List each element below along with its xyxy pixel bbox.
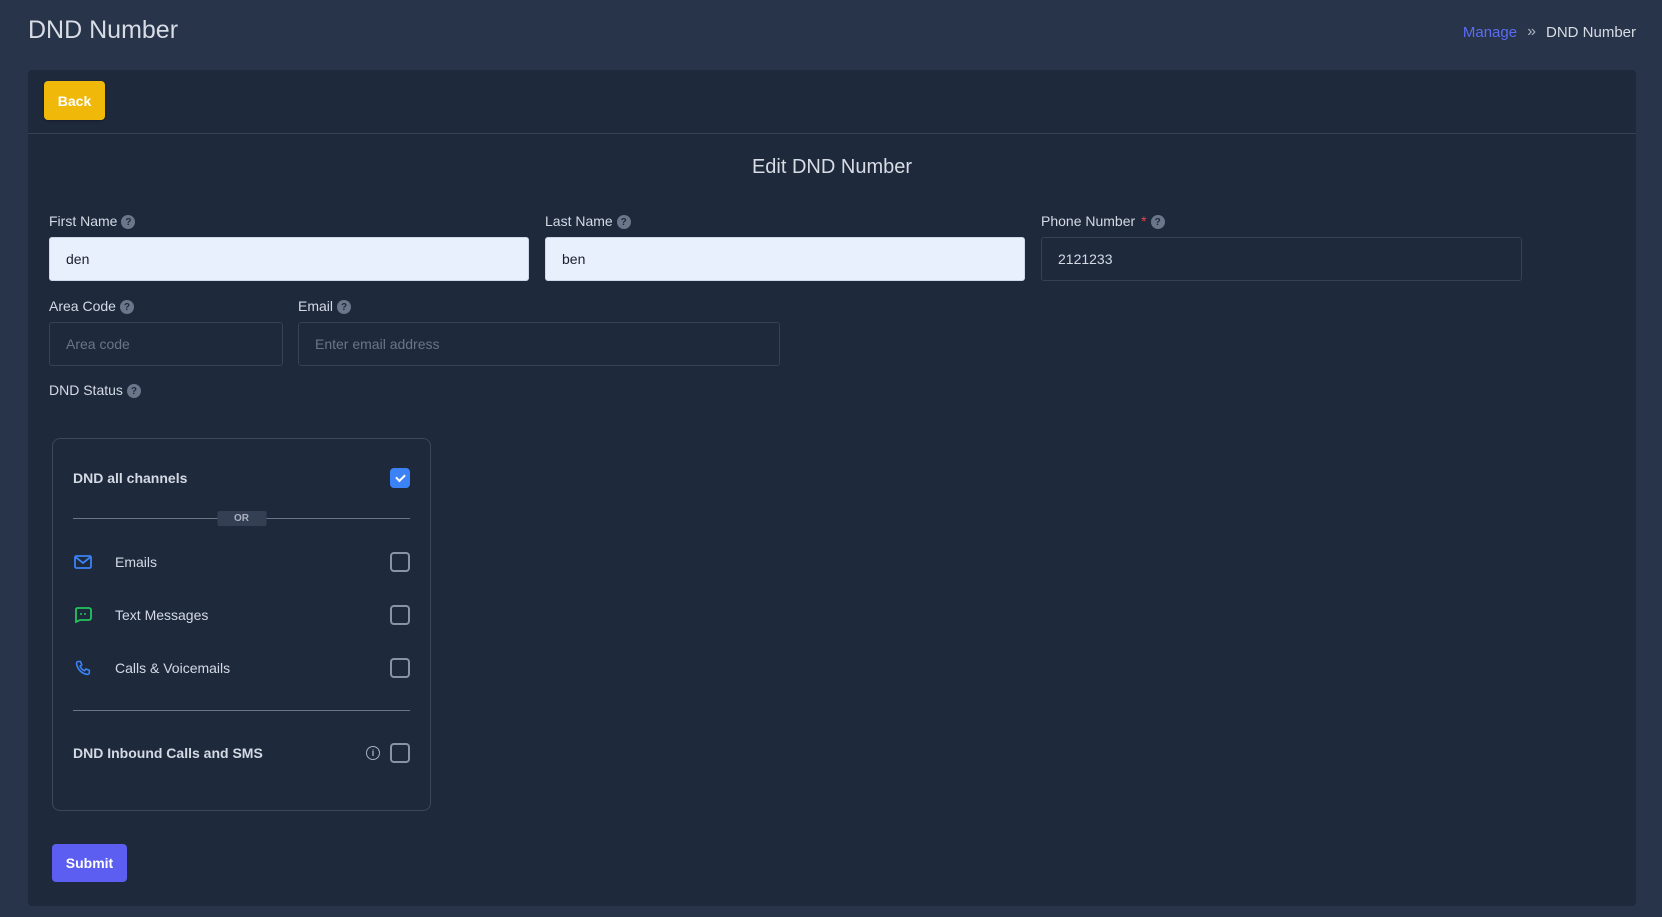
help-icon[interactable]: ? xyxy=(337,300,352,314)
channel-calls-label: Calls & Voicemails xyxy=(115,660,231,676)
or-divider: OR xyxy=(73,511,410,526)
channel-calls-row[interactable]: Calls & Voicemails xyxy=(73,656,410,680)
dnd-status-label-text: DND Status xyxy=(49,381,123,398)
phone-number-label: Phone Number * ? xyxy=(1041,212,1165,229)
help-icon[interactable]: ? xyxy=(1150,215,1165,229)
dnd-status-panel: DND all channels OR Emails Text Messages… xyxy=(52,438,431,811)
info-icon[interactable]: i xyxy=(366,746,380,760)
area-code-label: Area Code ? xyxy=(49,297,134,314)
phone-number-input[interactable] xyxy=(1041,237,1522,281)
channel-emails-label: Emails xyxy=(115,554,158,570)
last-name-label-text: Last Name xyxy=(545,212,613,229)
channel-text-messages-label: Text Messages xyxy=(115,607,209,623)
breadcrumb-current: DND Number xyxy=(1545,23,1636,41)
form-title: Edit DND Number xyxy=(751,156,913,178)
channel-calls-checkbox[interactable] xyxy=(390,658,410,678)
email-label-text: Email xyxy=(298,297,334,314)
channel-emails-row[interactable]: Emails xyxy=(73,550,410,574)
page-title: DND Number xyxy=(28,16,179,44)
dnd-inbound-label: DND Inbound Calls and SMS xyxy=(73,745,263,761)
section-divider xyxy=(73,710,410,711)
dnd-inbound-row[interactable]: DND Inbound Calls and SMS i xyxy=(73,741,410,765)
first-name-input[interactable] xyxy=(49,237,529,281)
back-button[interactable]: Back xyxy=(44,81,105,120)
edit-dnd-card: Back Edit DND Number First Name ? Last N… xyxy=(28,70,1636,906)
required-asterisk: * xyxy=(1141,212,1147,229)
dnd-status-label: DND Status ? xyxy=(49,381,141,398)
dnd-inbound-checkbox[interactable] xyxy=(390,743,410,763)
area-code-label-text: Area Code xyxy=(49,297,116,314)
dnd-all-channels-checkbox[interactable] xyxy=(390,468,410,488)
channel-emails-checkbox[interactable] xyxy=(390,552,410,572)
channel-text-messages-checkbox[interactable] xyxy=(390,605,410,625)
submit-button[interactable]: Submit xyxy=(52,844,127,882)
card-header: Back xyxy=(28,70,1636,134)
help-icon[interactable]: ? xyxy=(126,384,141,398)
email-input[interactable] xyxy=(298,322,780,366)
help-icon[interactable]: ? xyxy=(121,215,136,229)
channel-text-messages-row[interactable]: Text Messages xyxy=(73,603,410,627)
or-badge: OR xyxy=(217,511,266,526)
mail-icon xyxy=(73,552,93,572)
phone-number-label-text: Phone Number xyxy=(1041,212,1136,229)
email-label: Email ? xyxy=(298,297,352,314)
breadcrumb-link-manage[interactable]: Manage xyxy=(1463,24,1517,41)
breadcrumb: Manage » DND Number xyxy=(1463,23,1636,41)
breadcrumb-separator: » xyxy=(1527,23,1536,40)
phone-icon xyxy=(73,658,93,678)
message-icon xyxy=(73,605,93,625)
first-name-label-text: First Name xyxy=(49,212,118,229)
help-icon[interactable]: ? xyxy=(119,300,134,314)
last-name-label: Last Name ? xyxy=(545,212,631,229)
dnd-all-channels-label: DND all channels xyxy=(73,470,188,486)
area-code-input[interactable] xyxy=(49,322,283,366)
last-name-input[interactable] xyxy=(545,237,1025,281)
help-icon[interactable]: ? xyxy=(616,215,631,229)
dnd-all-channels-row[interactable]: DND all channels xyxy=(73,466,410,490)
first-name-label: First Name ? xyxy=(49,212,136,229)
